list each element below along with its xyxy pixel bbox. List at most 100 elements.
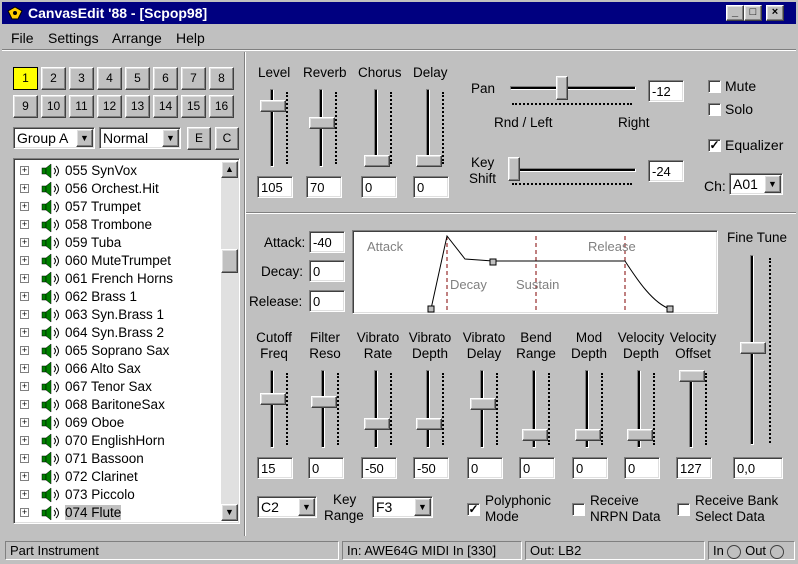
expand-icon[interactable]: + xyxy=(20,418,29,427)
part-button[interactable]: 11 xyxy=(69,95,94,118)
list-item[interactable]: +068 BaritoneSax xyxy=(16,396,223,414)
keyshift-thumb[interactable] xyxy=(508,157,520,181)
param-3-track[interactable] xyxy=(426,370,430,448)
minimize-button[interactable]: _ xyxy=(726,5,744,21)
list-item[interactable]: +056 Orchest.Hit xyxy=(16,180,223,198)
delay-thumb[interactable] xyxy=(416,155,442,167)
list-item[interactable]: +067 Tenor Sax xyxy=(16,378,223,396)
menu-settings[interactable]: Settings xyxy=(48,30,99,46)
chevron-down-icon[interactable]: ▼ xyxy=(414,498,431,516)
list-item[interactable]: +069 Oboe xyxy=(16,414,223,432)
channel-select[interactable]: A01 ▼ xyxy=(729,173,783,195)
level-thumb[interactable] xyxy=(260,100,286,113)
param-value-field[interactable]: -50 xyxy=(413,457,449,479)
e-button[interactable]: E xyxy=(187,127,211,150)
expand-icon[interactable]: + xyxy=(20,472,29,481)
param-3-thumb[interactable] xyxy=(416,418,442,431)
envelope-graph[interactable]: Attack Decay Sustain Release xyxy=(352,230,718,314)
param-0-thumb[interactable] xyxy=(260,393,286,406)
mute-checkbox[interactable] xyxy=(708,80,721,93)
expand-icon[interactable]: + xyxy=(20,310,29,319)
mode-select[interactable]: Normal ▼ xyxy=(99,127,181,149)
expand-icon[interactable]: + xyxy=(20,400,29,409)
expand-icon[interactable]: + xyxy=(20,508,29,517)
list-item[interactable]: +063 Syn.Brass 1 xyxy=(16,306,223,324)
param-2-thumb[interactable] xyxy=(364,418,390,431)
expand-icon[interactable]: + xyxy=(20,346,29,355)
chorus-value-field[interactable]: 0 xyxy=(361,176,397,198)
param-value-field[interactable]: -50 xyxy=(361,457,397,479)
part-button[interactable]: 10 xyxy=(41,95,66,118)
list-item[interactable]: +060 MuteTrumpet xyxy=(16,252,223,270)
list-item[interactable]: +064 Syn.Brass 2 xyxy=(16,324,223,342)
fine-tune-thumb[interactable] xyxy=(740,342,766,354)
solo-checkbox[interactable] xyxy=(708,103,721,116)
list-item[interactable]: +066 Alto Sax xyxy=(16,360,223,378)
list-item[interactable]: +058 Trombone xyxy=(16,216,223,234)
part-button[interactable]: 3 xyxy=(69,67,94,90)
pan-value-field[interactable]: -12 xyxy=(648,80,684,102)
equalizer-checkbox[interactable]: ✓ xyxy=(708,139,721,152)
scroll-up-icon[interactable]: ▲ xyxy=(221,161,238,178)
decay-value-field[interactable]: 0 xyxy=(309,260,345,282)
param-value-field[interactable]: 0 xyxy=(467,457,503,479)
part-button[interactable]: 12 xyxy=(97,95,122,118)
expand-icon[interactable]: + xyxy=(20,166,29,175)
param-8-thumb[interactable] xyxy=(679,370,705,382)
param-value-field[interactable]: 0 xyxy=(519,457,555,479)
maximize-button[interactable]: □ xyxy=(744,5,762,21)
instrument-list[interactable]: +055 SynVox +056 Orchest.Hit +057 Trumpet +… xyxy=(13,158,240,524)
chevron-down-icon[interactable]: ▼ xyxy=(764,175,781,193)
delay-value-field[interactable]: 0 xyxy=(413,176,449,198)
attack-value-field[interactable]: -40 xyxy=(309,231,345,253)
part-button[interactable]: 5 xyxy=(125,67,150,90)
fine-tune-value-field[interactable]: 0,0 xyxy=(733,457,783,479)
scroll-down-icon[interactable]: ▼ xyxy=(221,504,238,521)
reverb-thumb[interactable] xyxy=(309,117,335,130)
scroll-thumb[interactable] xyxy=(221,249,238,273)
list-item[interactable]: +059 Tuba xyxy=(16,234,223,252)
expand-icon[interactable]: + xyxy=(20,454,29,463)
param-0-track[interactable] xyxy=(270,370,274,448)
list-item[interactable]: +062 Brass 1 xyxy=(16,288,223,306)
list-item[interactable]: +072 Clarinet xyxy=(16,468,223,486)
chevron-down-icon[interactable]: ▼ xyxy=(298,498,315,516)
param-value-field[interactable]: 0 xyxy=(624,457,660,479)
part-button[interactable]: 8 xyxy=(209,67,234,90)
list-item[interactable]: +061 French Horns xyxy=(16,270,223,288)
list-scrollbar[interactable]: ▲ ▼ xyxy=(221,161,238,521)
c-button[interactable]: C xyxy=(215,127,239,150)
expand-icon[interactable]: + xyxy=(20,202,29,211)
chorus-thumb[interactable] xyxy=(364,155,390,167)
expand-icon[interactable]: + xyxy=(20,292,29,301)
expand-icon[interactable]: + xyxy=(20,220,29,229)
release-value-field[interactable]: 0 xyxy=(309,290,345,312)
keyshift-track[interactable] xyxy=(510,168,636,172)
expand-icon[interactable]: + xyxy=(20,274,29,283)
param-7-thumb[interactable] xyxy=(627,429,653,442)
param-1-thumb[interactable] xyxy=(311,396,337,409)
level-value-field[interactable]: 105 xyxy=(257,176,293,198)
param-value-field[interactable]: 0 xyxy=(308,457,344,479)
list-item[interactable]: +057 Trumpet xyxy=(16,198,223,216)
part-button[interactable]: 14 xyxy=(153,95,178,118)
pan-track[interactable] xyxy=(510,86,636,90)
chevron-down-icon[interactable]: ▼ xyxy=(162,129,179,147)
part-button[interactable]: 7 xyxy=(181,67,206,90)
receive-nrpn-checkbox[interactable] xyxy=(572,503,585,516)
list-item[interactable]: +065 Soprano Sax xyxy=(16,342,223,360)
receive-bank-checkbox[interactable] xyxy=(677,503,690,516)
expand-icon[interactable]: + xyxy=(20,364,29,373)
param-2-track[interactable] xyxy=(374,370,378,448)
part-button[interactable]: 15 xyxy=(181,95,206,118)
param-value-field[interactable]: 15 xyxy=(257,457,293,479)
param-value-field[interactable]: 0 xyxy=(572,457,608,479)
part-button[interactable]: 2 xyxy=(41,67,66,90)
menu-file[interactable]: File xyxy=(11,30,34,46)
part-button[interactable]: 13 xyxy=(125,95,150,118)
expand-icon[interactable]: + xyxy=(20,328,29,337)
part-button[interactable]: 1 xyxy=(13,67,38,90)
reverb-value-field[interactable]: 70 xyxy=(306,176,342,198)
param-value-field[interactable]: 127 xyxy=(676,457,712,479)
param-6-thumb[interactable] xyxy=(575,429,601,442)
